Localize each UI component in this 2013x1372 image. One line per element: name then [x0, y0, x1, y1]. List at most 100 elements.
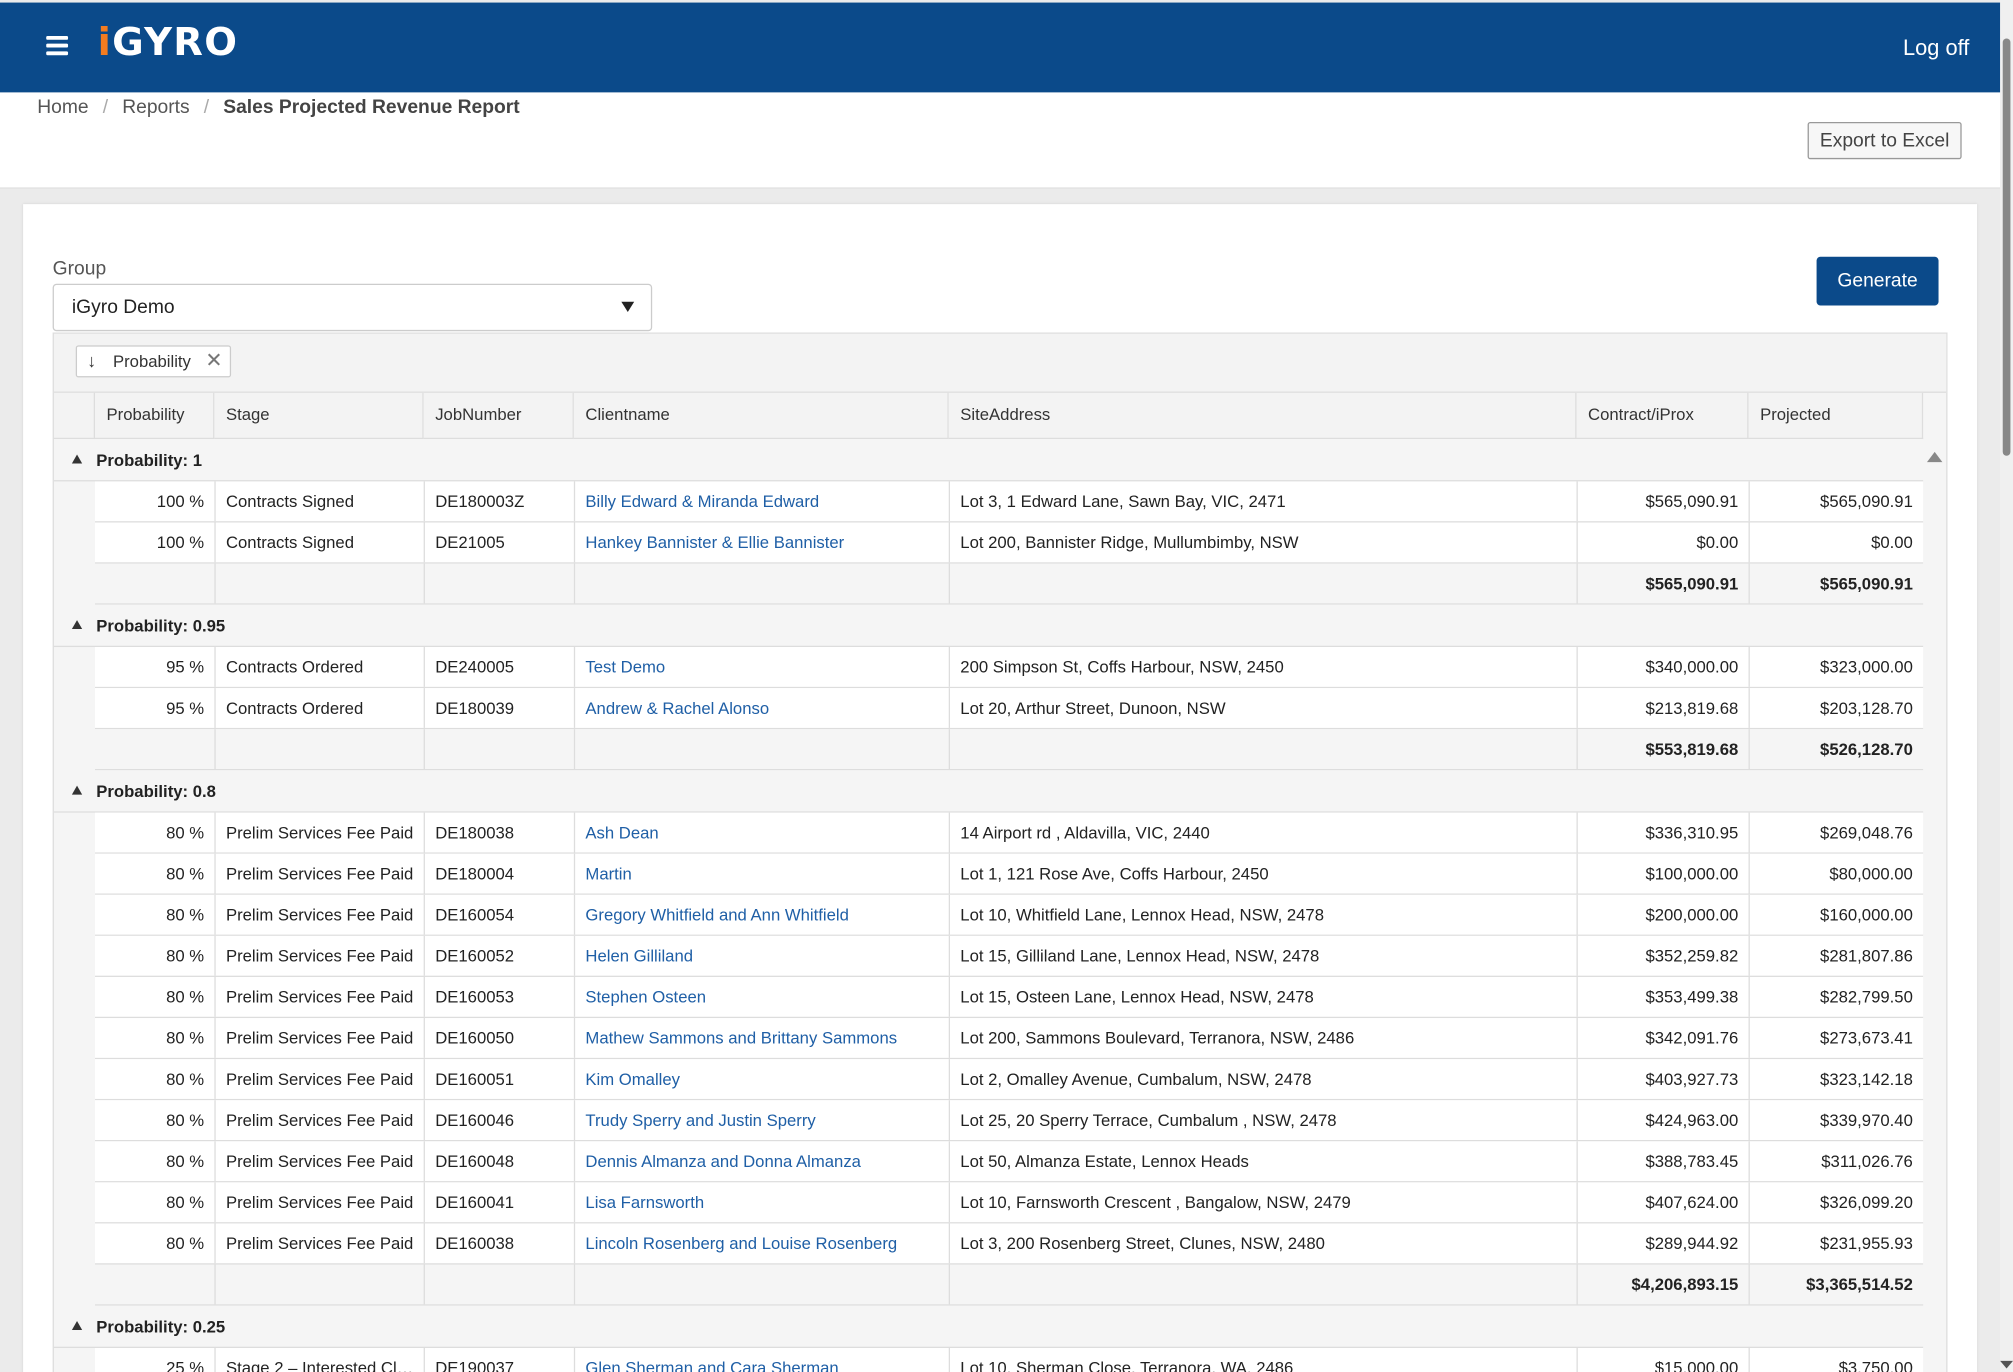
breadcrumb-home[interactable]: Home	[37, 96, 88, 118]
projected-cell: $203,128.70	[1748, 688, 1924, 728]
siteaddress-cell: Lot 3, 1 Edward Lane, Sawn Bay, VIC, 247…	[948, 481, 1577, 522]
projected-cell: $231,955.93	[1748, 1223, 1924, 1264]
chevron-down-icon	[621, 301, 635, 312]
logoff-link[interactable]: Log off	[1903, 36, 1969, 62]
stage-cell: Prelim Services Fee Paid	[214, 894, 423, 935]
table-row[interactable]: 80 % Prelim Services Fee Paid DE160052 Hele…	[95, 935, 1924, 977]
breadcrumb-separator: /	[203, 96, 210, 119]
siteaddress-cell: Lot 200, Bannister Ridge, Mullumbimby, N…	[948, 522, 1577, 563]
collapse-triangle-icon[interactable]	[71, 620, 83, 630]
contract-cell: $565,090.91	[1576, 481, 1749, 522]
collapse-triangle-icon[interactable]	[71, 1321, 83, 1331]
empty-footer-cell	[214, 1264, 423, 1305]
header-label: Contract/iProx	[1588, 404, 1694, 424]
clientname-link[interactable]: Andrew & Rachel Alonso	[573, 688, 949, 728]
total-projected-cell: $526,128.70	[1748, 729, 1924, 769]
table-row[interactable]: 80 % Prelim Services Fee Paid DE160046 Trud…	[95, 1100, 1924, 1142]
page-scrollbar[interactable]	[2000, 0, 2013, 1372]
contract-cell: $424,963.00	[1576, 1100, 1749, 1141]
header-contract[interactable]: Contract/iProx	[1576, 392, 1749, 440]
clientname-link[interactable]: Martin	[573, 853, 949, 894]
clientname-link[interactable]: Hankey Bannister & Ellie Bannister	[573, 522, 949, 563]
table-row[interactable]: 80 % Prelim Services Fee Paid DE160053 Step…	[95, 976, 1924, 1019]
stage-cell: Stage 2 – Interested Cli...	[214, 1347, 423, 1372]
group-header-row[interactable]: Probability: 0.8	[53, 770, 1924, 813]
scrollbar-thumb[interactable]	[2002, 38, 2011, 456]
hamburger-menu-icon[interactable]	[46, 35, 69, 57]
siteaddress-cell: Lot 3, 200 Rosenberg Street, Clunes, NSW…	[948, 1223, 1577, 1264]
scroll-down-icon[interactable]	[2000, 1360, 2013, 1369]
grid-scroll-up-icon[interactable]	[1926, 451, 1943, 463]
clientname-link[interactable]: Lisa Farnsworth	[573, 1182, 949, 1223]
table-row[interactable]: 80 % Prelim Services Fee Paid DE160038 Linc…	[95, 1223, 1924, 1265]
contract-cell: $407,624.00	[1576, 1182, 1749, 1223]
jobnumber-cell: DE190037	[423, 1347, 574, 1372]
remove-group-icon[interactable]: ✕	[205, 347, 222, 377]
header-jobnumber[interactable]: JobNumber	[423, 392, 574, 440]
contract-cell: $200,000.00	[1576, 894, 1749, 935]
sort-down-arrow-icon[interactable]: ↓	[87, 347, 96, 377]
table-row[interactable]: 100 % Contracts Signed DE21005 Hankey Banni…	[95, 522, 1924, 564]
header-probability[interactable]: Probability	[95, 392, 215, 440]
header-stage[interactable]: Stage	[214, 392, 424, 440]
table-row[interactable]: 80 % Prelim Services Fee Paid DE180038 Ash …	[95, 812, 1924, 854]
clientname-link[interactable]: Stephen Osteen	[573, 976, 949, 1017]
probability-cell: 80 %	[166, 1151, 205, 1171]
breadcrumb-separator: /	[102, 96, 109, 119]
total-projected-cell: $565,090.91	[1748, 563, 1924, 604]
table-row[interactable]: 80 % Prelim Services Fee Paid DE160048 Denn…	[95, 1141, 1924, 1183]
collapse-triangle-icon[interactable]	[71, 454, 83, 464]
clientname-link[interactable]: Glen Sherman and Cara Sherman	[573, 1347, 949, 1372]
jobnumber-cell: DE180039	[423, 688, 574, 728]
stage-cell: Prelim Services Fee Paid	[214, 812, 423, 853]
stage-cell: Contracts Signed	[214, 522, 423, 563]
clientname-link[interactable]: Gregory Whitfield and Ann Whitfield	[573, 894, 949, 935]
generate-button[interactable]: Generate	[1816, 256, 1939, 306]
clientname-link[interactable]: Dennis Almanza and Donna Almanza	[573, 1141, 949, 1182]
clientname-link[interactable]: Ash Dean	[573, 812, 949, 853]
group-header-row[interactable]: Probability: 0.25	[53, 1305, 1924, 1348]
header-clientname[interactable]: Clientname	[573, 392, 949, 440]
header-label: Projected	[1760, 404, 1831, 424]
collapse-triangle-icon[interactable]	[71, 785, 83, 795]
table-row[interactable]: 100 % Contracts Signed DE180003Z Billy Edwa…	[95, 481, 1924, 523]
clientname-link[interactable]: Kim Omalley	[573, 1059, 949, 1099]
contract-cell: $353,499.38	[1576, 976, 1749, 1017]
probability-cell: 80 %	[166, 1110, 205, 1130]
clientname-link[interactable]: Mathew Sammons and Brittany Sammons	[573, 1018, 949, 1058]
probability-cell: 80 %	[166, 1233, 205, 1253]
projected-cell: $281,807.86	[1748, 935, 1924, 976]
table-row[interactable]: 95 % Contracts Ordered DE240005 Test Demo 20…	[95, 647, 1924, 689]
empty-footer-cell	[423, 563, 574, 604]
clientname-link[interactable]: Lincoln Rosenberg and Louise Rosenberg	[573, 1223, 949, 1264]
table-row[interactable]: 95 % Contracts Ordered DE180039 Andrew & Ra…	[95, 688, 1924, 730]
table-row[interactable]: 80 % Prelim Services Fee Paid DE160050 Math…	[95, 1018, 1924, 1060]
jobnumber-cell: DE240005	[423, 647, 574, 687]
header-siteaddress[interactable]: SiteAddress	[948, 392, 1577, 440]
export-to-excel-button[interactable]: Export to Excel	[1807, 121, 1962, 160]
group-select[interactable]: iGyro Demo	[52, 283, 653, 332]
stage-cell: Contracts Signed	[214, 481, 423, 522]
siteaddress-cell: Lot 1, 121 Rose Ave, Coffs Harbour, 2450	[948, 853, 1577, 894]
breadcrumb-reports[interactable]: Reports	[122, 96, 189, 118]
stage-cell: Prelim Services Fee Paid	[214, 1141, 423, 1182]
projected-cell: $273,673.41	[1748, 1018, 1924, 1058]
clientname-link[interactable]: Helen Gilliland	[573, 935, 949, 976]
table-row[interactable]: 80 % Prelim Services Fee Paid DE160041 Lisa…	[95, 1182, 1924, 1224]
table-row[interactable]: 25 % Stage 2 – Interested Cli... DE190037 G…	[95, 1347, 1924, 1372]
group-by-probability-tag[interactable]: ↓ Probability ✕	[75, 345, 232, 378]
header-projected[interactable]: Projected	[1748, 392, 1924, 440]
igyro-logo[interactable]: iGYRO	[98, 21, 239, 66]
group-header-row[interactable]: Probability: 0.95	[53, 604, 1924, 648]
jobnumber-cell: DE160041	[423, 1182, 574, 1223]
header-label: Clientname	[585, 404, 670, 424]
table-row[interactable]: 80 % Prelim Services Fee Paid DE160054 Greg…	[95, 894, 1924, 936]
siteaddress-cell: Lot 15, Gilliland Lane, Lennox Head, NSW…	[948, 935, 1577, 976]
group-header-row[interactable]: Probability: 1	[53, 439, 1924, 482]
clientname-link[interactable]: Test Demo	[573, 647, 949, 687]
group-title: Probability: 1	[96, 450, 203, 470]
clientname-link[interactable]: Trudy Sperry and Justin Sperry	[573, 1100, 949, 1141]
clientname-link[interactable]: Billy Edward & Miranda Edward	[573, 481, 949, 522]
table-row[interactable]: 80 % Prelim Services Fee Paid DE180004 Mart…	[95, 853, 1924, 895]
table-row[interactable]: 80 % Prelim Services Fee Paid DE160051 Kim …	[95, 1059, 1924, 1101]
